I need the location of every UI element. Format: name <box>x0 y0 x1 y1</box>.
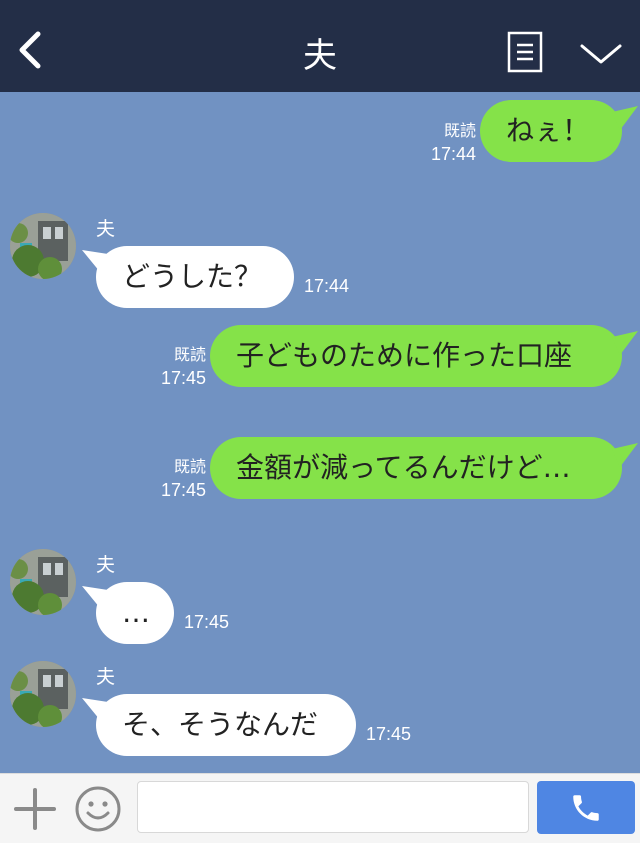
avatar[interactable] <box>10 549 76 615</box>
message-time: 17:45 <box>160 480 206 500</box>
message-time: 17:44 <box>304 276 350 296</box>
bubble-tail <box>612 106 638 130</box>
chevron-left-icon[interactable] <box>14 30 46 70</box>
chat-title: 夫 <box>303 36 337 76</box>
message-bubble[interactable]: そ、そうなんだ <box>96 694 356 756</box>
avatar-image <box>10 661 76 727</box>
read-receipt: 既読 <box>173 347 206 364</box>
chevron-down-icon[interactable] <box>580 42 622 66</box>
input-bar <box>0 773 640 843</box>
plus-icon[interactable] <box>14 788 56 830</box>
message-time: 17:45 <box>160 368 206 388</box>
phone-icon <box>573 795 599 821</box>
avatar-image <box>10 549 76 615</box>
avatar-image <box>10 213 76 279</box>
message-time: 17:45 <box>366 724 412 744</box>
note-list-icon[interactable] <box>507 31 543 73</box>
message-bubble[interactable]: 子どものために作った口座 <box>210 325 622 387</box>
message-bubble[interactable]: 金額が減ってるんだけど… <box>210 437 622 499</box>
message-time: 17:45 <box>184 612 230 632</box>
read-receipt: 既読 <box>173 459 206 476</box>
smiley-icon[interactable] <box>74 785 122 833</box>
chat-header: 夫 <box>0 0 640 92</box>
message-time: 17:44 <box>430 144 476 164</box>
avatar[interactable] <box>10 213 76 279</box>
sender-name: 夫 <box>96 218 116 240</box>
bubble-tail <box>612 331 638 355</box>
message-list[interactable]: 既読 17:44 ねぇ！ 夫 どうした？ 17:44 既読 17:45 子どもの… <box>0 92 640 773</box>
avatar[interactable] <box>10 661 76 727</box>
message-bubble[interactable]: … <box>96 582 174 644</box>
message-bubble[interactable]: どうした？ <box>96 246 294 308</box>
sender-name: 夫 <box>96 554 116 576</box>
call-button[interactable] <box>537 781 635 834</box>
message-bubble[interactable]: ねぇ！ <box>480 100 622 162</box>
bubble-tail <box>612 443 638 467</box>
sender-name: 夫 <box>96 666 116 688</box>
read-receipt: 既読 <box>443 123 476 140</box>
message-input[interactable] <box>137 781 529 833</box>
